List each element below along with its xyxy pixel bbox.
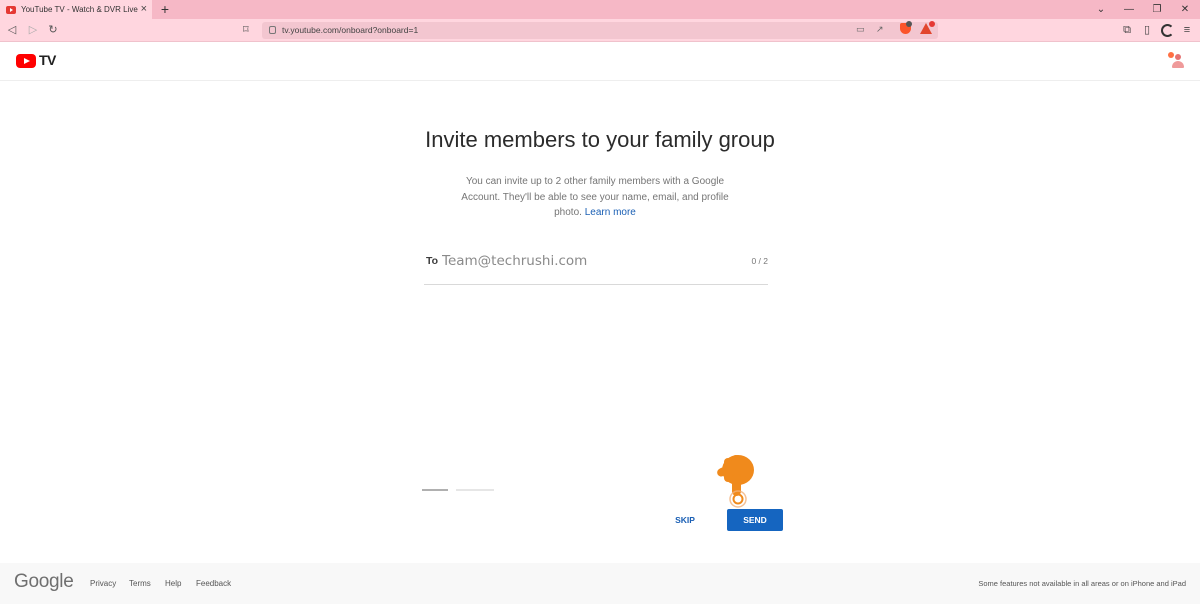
tab-close-icon[interactable]: ×: [141, 2, 147, 16]
pointing-hand-icon: [717, 455, 754, 508]
to-label: To: [426, 255, 439, 267]
tab-list-chevron-icon[interactable]: ⌄: [1093, 0, 1109, 19]
google-logo: Google: [14, 571, 74, 592]
share-icon[interactable]: ↗: [876, 24, 884, 35]
email-input[interactable]: [442, 250, 742, 272]
page-footer: Google Privacy Terms Help Feedback Some …: [0, 563, 1200, 604]
menu-icon[interactable]: ≡: [1180, 19, 1194, 42]
progress-step-active: [422, 489, 448, 491]
browser-tab-bar: YouTube TV - Watch & DVR Live × + ⌄ — ❐ …: [0, 0, 1200, 19]
bookmark-icon[interactable]: ⌑: [243, 19, 249, 42]
invite-counter: 0 / 2: [751, 256, 768, 266]
avatar-head: [1175, 54, 1181, 60]
notification-dot: [1168, 52, 1174, 58]
browser-toolbar: ◁ ▷ ↻ ⌑ tv.youtube.com/onboard?onboard=1…: [0, 19, 1200, 42]
footer-link-privacy[interactable]: Privacy: [90, 579, 116, 588]
availability-note: Some features not available in all areas…: [978, 579, 1186, 588]
url-text[interactable]: tv.youtube.com/onboard?onboard=1: [282, 25, 418, 35]
youtube-tv-logo-text[interactable]: TV: [39, 52, 56, 68]
browser-tab[interactable]: YouTube TV - Watch & DVR Live ×: [0, 0, 152, 19]
address-bar[interactable]: tv.youtube.com/onboard?onboard=1 ▭ ↗: [262, 22, 938, 39]
page-title: Invite members to your family group: [425, 127, 775, 152]
youtube-tv-header: TV: [0, 43, 1200, 81]
footer-link-terms[interactable]: Terms: [129, 579, 151, 588]
close-window-icon[interactable]: ✕: [1177, 0, 1193, 19]
restore-icon[interactable]: ❐: [1149, 0, 1165, 19]
tab-title: YouTube TV - Watch & DVR Live: [21, 5, 138, 14]
learn-more-link[interactable]: Learn more: [585, 207, 636, 218]
avatar-body: [1172, 61, 1184, 68]
youtube-favicon-icon: [6, 5, 16, 14]
minimize-icon[interactable]: —: [1121, 0, 1137, 19]
progress-step-inactive: [456, 489, 494, 491]
shields-badge-icon: [906, 21, 912, 27]
rewards-badge-icon: [929, 21, 935, 27]
skip-button[interactable]: SKIP: [664, 509, 706, 531]
youtube-logo-icon[interactable]: [16, 54, 36, 68]
extensions-icon[interactable]: ⧉: [1120, 19, 1134, 42]
reload-icon[interactable]: ↻: [46, 19, 60, 42]
cast-icon[interactable]: ▭: [856, 24, 865, 35]
forward-icon[interactable]: ▷: [26, 19, 40, 42]
new-tab-button[interactable]: +: [158, 0, 172, 19]
back-icon[interactable]: ◁: [5, 19, 19, 42]
account-avatar-icon[interactable]: [1168, 52, 1186, 70]
profile-icon[interactable]: [1161, 24, 1174, 37]
send-button[interactable]: SEND: [727, 509, 783, 531]
footer-link-feedback[interactable]: Feedback: [196, 579, 231, 588]
recipient-field: To 0 / 2: [424, 248, 768, 285]
sidebar-icon[interactable]: ▯: [1140, 19, 1154, 42]
lock-icon: [269, 26, 276, 34]
invite-description: You can invite up to 2 other family memb…: [450, 174, 740, 221]
footer-link-help[interactable]: Help: [165, 579, 181, 588]
